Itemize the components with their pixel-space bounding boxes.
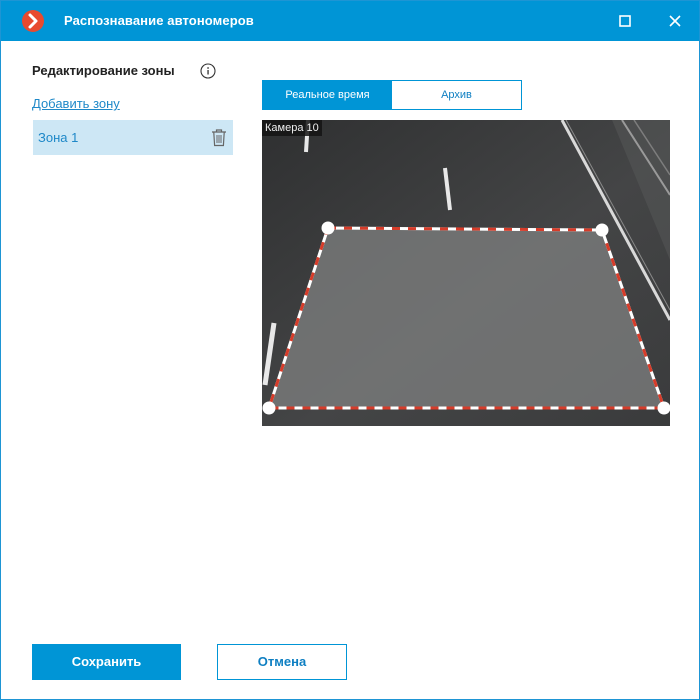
camera-name-label: Камера 10 [262,120,322,136]
camera-frame [262,120,670,426]
zone-vertex-handle[interactable] [657,401,671,415]
maximize-icon [619,15,631,27]
tab-realtime[interactable]: Реальное время [263,81,392,109]
cancel-button[interactable]: Отмена [217,644,347,680]
camera-video-view: Камера 10 [262,120,670,426]
close-icon [669,15,681,27]
info-icon[interactable] [200,63,216,79]
zone-vertex-handle[interactable] [262,401,276,415]
view-mode-tabs: Реальное время Архив [262,80,522,110]
zone-label: Зона 1 [38,130,79,145]
zone-list-item[interactable]: Зона 1 [33,120,233,155]
trash-icon[interactable] [211,128,227,147]
close-button[interactable] [661,7,689,35]
title-bar[interactable]: Распознавание автономеров [1,1,699,41]
zone-vertex-handle[interactable] [321,221,335,235]
dialog-window: Распознавание автономеров Редактирование… [0,0,700,700]
add-zone-link[interactable]: Добавить зону [32,96,120,111]
maximize-button[interactable] [611,7,639,35]
window-title: Распознавание автономеров [64,13,254,28]
zone-vertex-handle[interactable] [595,223,609,237]
zone-editing-title: Редактирование зоны [32,63,175,78]
tab-archive[interactable]: Архив [392,81,521,109]
save-button[interactable]: Сохранить [32,644,181,680]
app-logo-icon [22,10,44,32]
detection-zone-polygon[interactable] [269,228,664,408]
